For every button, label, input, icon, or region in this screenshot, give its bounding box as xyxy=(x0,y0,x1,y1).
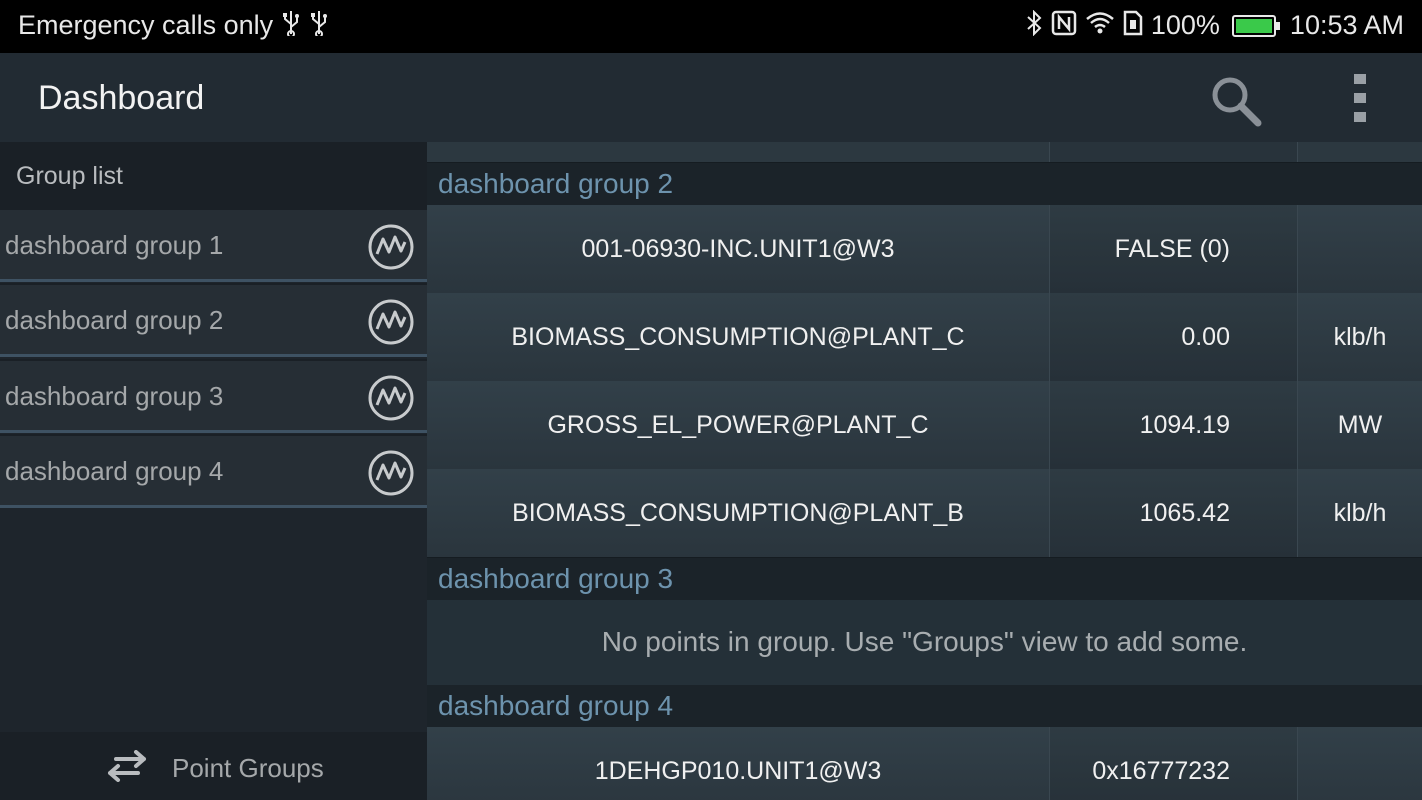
point-groups-label: Point Groups xyxy=(172,753,324,783)
point-value: 1065.42 xyxy=(1049,469,1298,557)
point-name: 1DEHGP010.UNIT1@W3 xyxy=(594,756,882,785)
battery-charging-icon xyxy=(1231,14,1280,37)
battery-percent: 100% xyxy=(1150,10,1220,40)
sidebar-header: Group list xyxy=(0,142,427,208)
group-title: dashboard group 4 xyxy=(438,690,674,721)
trend-chart-icon[interactable] xyxy=(367,298,415,346)
trend-chart-icon[interactable] xyxy=(367,223,415,271)
sidebar-item-group-2[interactable]: dashboard group 2 xyxy=(0,283,427,357)
point-name: 001-06930-INC.UNIT1@W3 xyxy=(581,234,895,263)
usb-icon xyxy=(281,10,301,41)
overflow-menu-icon xyxy=(1354,74,1366,122)
sidebar-item-label: dashboard group 2 xyxy=(5,305,224,335)
point-value: FALSE (0) xyxy=(1049,205,1298,293)
point-unit xyxy=(1298,727,1422,800)
point-name: BIOMASS_CONSUMPTION@PLANT_B xyxy=(512,498,964,527)
previous-row-fragment xyxy=(427,142,1422,162)
point-unit: MW xyxy=(1337,410,1383,439)
bluetooth-icon xyxy=(1025,9,1043,41)
point-unit: klb/h xyxy=(1333,322,1387,351)
usb-icon xyxy=(309,10,329,41)
swap-arrows-icon xyxy=(108,750,146,782)
screen: Emergency calls only 100% 10:53 AM Dashb… xyxy=(0,0,1422,800)
clock: 10:53 AM xyxy=(1289,10,1404,40)
trend-chart-icon[interactable] xyxy=(367,374,415,422)
point-unit: klb/h xyxy=(1333,498,1387,527)
group-title: dashboard group 2 xyxy=(438,168,674,199)
point-value: 0.00 xyxy=(1049,293,1298,381)
table-row[interactable]: 1DEHGP010.UNIT1@W3 0x16777232 xyxy=(427,727,1422,800)
table-row[interactable]: GROSS_EL_POWER@PLANT_C 1094.19 MW xyxy=(427,381,1422,469)
overflow-menu-button[interactable] xyxy=(1340,72,1380,124)
sidebar-item-label: dashboard group 4 xyxy=(5,456,224,486)
sidebar-item-group-3[interactable]: dashboard group 3 xyxy=(0,359,427,433)
search-button[interactable] xyxy=(1205,70,1265,130)
status-left: Emergency calls only xyxy=(18,10,329,41)
wifi-icon xyxy=(1085,10,1115,41)
point-unit xyxy=(1298,205,1422,293)
sidebar-header-label: Group list xyxy=(16,162,123,190)
empty-message-text: No points in group. Use "Groups" view to… xyxy=(601,626,1248,657)
trend-chart-icon[interactable] xyxy=(367,449,415,497)
group-header: dashboard group 2 xyxy=(427,163,1422,205)
sim-icon xyxy=(1123,10,1143,41)
point-value: 0x16777232 xyxy=(1049,727,1298,800)
point-name: BIOMASS_CONSUMPTION@PLANT_C xyxy=(511,322,965,351)
dashboard-content: dashboard group 2 001-06930-INC.UNIT1@W3… xyxy=(427,142,1422,800)
search-icon xyxy=(1212,77,1262,127)
table-row[interactable]: BIOMASS_CONSUMPTION@PLANT_C 0.00 klb/h xyxy=(427,293,1422,381)
sidebar: Group list dashboard group 1 dashboard g… xyxy=(0,142,427,800)
sidebar-item-label: dashboard group 1 xyxy=(5,230,224,260)
table-row[interactable]: BIOMASS_CONSUMPTION@PLANT_B 1065.42 klb/… xyxy=(427,469,1422,557)
status-right: 100% 10:53 AM xyxy=(1025,9,1404,41)
group-title: dashboard group 3 xyxy=(438,563,674,594)
group-header: dashboard group 4 xyxy=(427,685,1422,727)
point-groups-button[interactable]: Point Groups xyxy=(0,732,427,800)
status-bar: Emergency calls only 100% 10:53 AM xyxy=(0,0,1422,53)
page-title: Dashboard xyxy=(38,79,205,117)
nfc-icon xyxy=(1051,10,1077,41)
sidebar-item-label: dashboard group 3 xyxy=(5,381,224,411)
sidebar-item-group-1[interactable]: dashboard group 1 xyxy=(0,208,427,282)
carrier-text: Emergency calls only xyxy=(18,10,274,40)
point-name: GROSS_EL_POWER@PLANT_C xyxy=(547,410,929,439)
table-row[interactable]: 001-06930-INC.UNIT1@W3 FALSE (0) xyxy=(427,205,1422,293)
group-header: dashboard group 3 xyxy=(427,558,1422,600)
empty-group-message: No points in group. Use "Groups" view to… xyxy=(427,600,1422,686)
sidebar-item-group-4[interactable]: dashboard group 4 xyxy=(0,434,427,508)
point-value: 1094.19 xyxy=(1049,381,1298,469)
